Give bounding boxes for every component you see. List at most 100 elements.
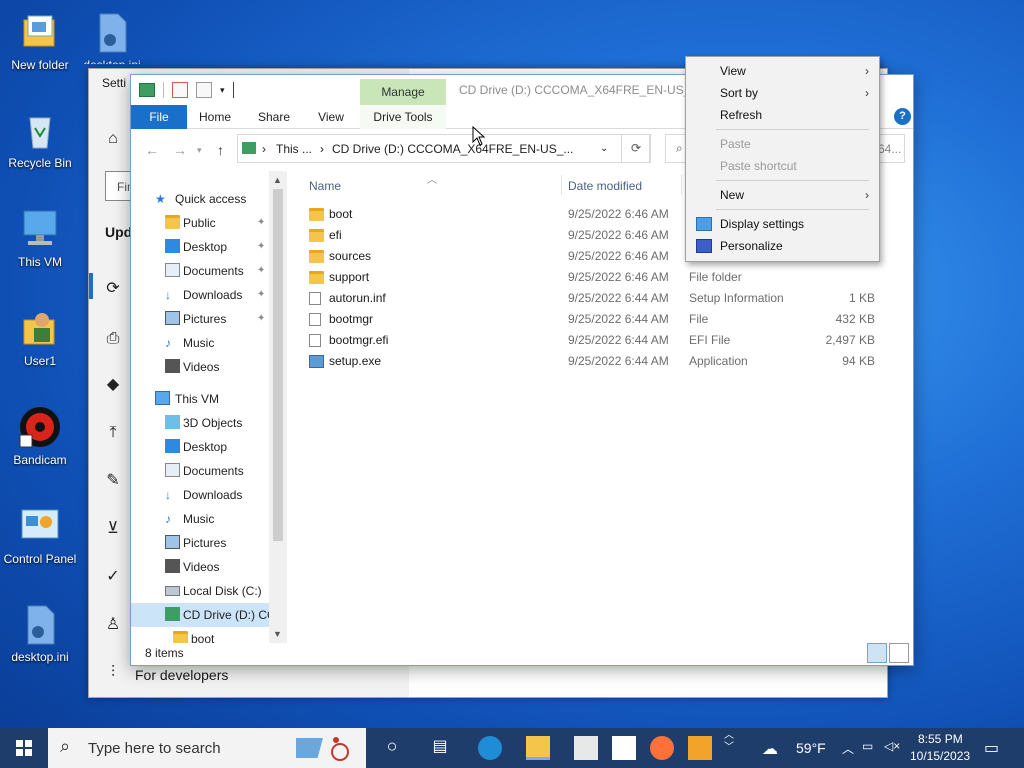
- nav-qa-documents[interactable]: Documents ✦: [131, 259, 271, 283]
- start-button[interactable]: [0, 728, 48, 768]
- widgets-icon[interactable]: ▤: [428, 736, 452, 760]
- breadcrumb-this-vm[interactable]: This ...: [276, 142, 312, 156]
- nav-pictures[interactable]: Pictures: [131, 531, 271, 555]
- breadcrumb-cd-drive[interactable]: CD Drive (D:) CCCOMA_X64FRE_EN-US_...: [332, 142, 573, 156]
- tab-home[interactable]: Home: [193, 105, 237, 129]
- address-dropdown-chevron-icon[interactable]: ⌄: [600, 143, 608, 154]
- sync-icon[interactable]: ⟳: [103, 279, 123, 299]
- desktop-icon-desktop-ini-top[interactable]: desktop.ini: [72, 10, 152, 64]
- upload-icon[interactable]: ⤒: [103, 423, 123, 443]
- nav-qa-videos[interactable]: Videos: [131, 355, 271, 379]
- large-icons-view-button[interactable]: [889, 643, 909, 663]
- nav-qa-downloads[interactable]: ↓ Downloads ✦: [131, 283, 271, 307]
- desktop-icon-control-panel[interactable]: Control Panel: [0, 504, 80, 566]
- details-view-button[interactable]: [867, 643, 887, 663]
- nav-qa-desktop[interactable]: Desktop ✦: [131, 235, 271, 259]
- firefox-icon[interactable]: [650, 736, 674, 760]
- file-name: bootmgr.efi: [329, 333, 389, 347]
- volume-muted-icon[interactable]: ◁×: [884, 739, 900, 753]
- nav-downloads[interactable]: ↓ Downloads: [131, 483, 271, 507]
- activation-icon[interactable]: ✓: [103, 567, 123, 587]
- clock-time[interactable]: 8:55 PM: [918, 732, 963, 746]
- menu-item-view[interactable]: View ›: [686, 60, 879, 82]
- menu-item-display-settings[interactable]: Display settings: [686, 213, 879, 235]
- manage-contextual-tab[interactable]: Manage: [360, 79, 446, 105]
- file-row-autorun[interactable]: autorun.inf 9/25/2022 6:44 AM Setup Info…: [301, 288, 881, 309]
- file-row-bootmgr[interactable]: bootmgr 9/25/2022 6:44 AM File 432 KB: [301, 309, 881, 330]
- column-divider[interactable]: [681, 175, 682, 195]
- shield-icon[interactable]: ◆: [103, 375, 123, 395]
- taskbar-search-box[interactable]: ⌕ Type here to search: [48, 728, 366, 768]
- scroll-up-icon[interactable]: ▲: [273, 175, 282, 185]
- home-icon[interactable]: ⌂: [103, 129, 123, 149]
- nav-local-disk-c[interactable]: Local Disk (C:): [131, 579, 271, 603]
- new-folder-icon[interactable]: [196, 82, 212, 98]
- for-developers-link[interactable]: For developers: [135, 667, 228, 683]
- menu-item-refresh[interactable]: Refresh: [686, 104, 879, 126]
- column-header-date[interactable]: Date modified: [568, 179, 642, 193]
- menu-item-sort-by[interactable]: Sort by ›: [686, 82, 879, 104]
- nav-label: Music: [183, 336, 215, 350]
- nav-qa-public[interactable]: Public ✦: [131, 211, 271, 235]
- menu-item-personalize[interactable]: Personalize: [686, 235, 879, 257]
- column-divider[interactable]: [561, 175, 562, 195]
- help-icon[interactable]: ?: [894, 108, 911, 125]
- recovery-icon[interactable]: ⊻: [103, 519, 123, 539]
- tab-drive-tools[interactable]: Drive Tools: [360, 105, 446, 129]
- edge-icon[interactable]: [478, 736, 502, 760]
- desktop-icon-desktop-ini-bottom[interactable]: desktop.ini: [0, 602, 80, 664]
- nav-scrollbar[interactable]: ▲ ▼: [269, 171, 287, 643]
- menu-item-new[interactable]: New ›: [686, 184, 879, 206]
- file-explorer-taskbar-icon[interactable]: [526, 736, 550, 760]
- nav-cd-drive-d[interactable]: CD Drive (D:) CC: [131, 603, 276, 627]
- tab-file[interactable]: File: [131, 105, 187, 129]
- overflow-chevron-icon[interactable]: ︿ ﹀: [724, 730, 734, 754]
- nav-this-vm[interactable]: This VM: [131, 387, 271, 411]
- back-arrow-icon[interactable]: ←: [145, 142, 159, 158]
- show-hidden-icons-chevron-icon[interactable]: ︿: [842, 740, 854, 757]
- mail-icon[interactable]: [612, 736, 636, 760]
- nav-desktop[interactable]: Desktop: [131, 435, 271, 459]
- task-view-icon[interactable]: ○: [380, 736, 404, 760]
- desktop-icon-bandicam[interactable]: Bandicam: [0, 405, 80, 467]
- nav-music[interactable]: ♪ Music: [131, 507, 271, 531]
- weather-cloud-icon[interactable]: ☁: [762, 739, 778, 759]
- developer-icon[interactable]: ⫶: [103, 663, 123, 683]
- scroll-down-icon[interactable]: ▼: [273, 629, 282, 639]
- desktop-icon-this-vm[interactable]: This VM: [0, 207, 80, 269]
- desktop-icon-recycle-bin[interactable]: Recycle Bin: [0, 108, 80, 170]
- media-player-icon[interactable]: [688, 736, 712, 760]
- recent-chevron-icon[interactable]: ▾: [197, 145, 202, 156]
- delivery-icon[interactable]: ⎙: [103, 329, 123, 349]
- up-arrow-icon[interactable]: ↑: [217, 142, 224, 158]
- nav-qa-music[interactable]: ♪ Music: [131, 331, 271, 355]
- clock-date[interactable]: 10/15/2023: [910, 749, 970, 763]
- network-icon[interactable]: ▭: [862, 739, 873, 753]
- weather-temperature[interactable]: 59°F: [796, 740, 826, 756]
- address-bar[interactable]: › This ... › CD Drive (D:) CCCOMA_X64FRE…: [237, 134, 650, 163]
- nav-qa-pictures[interactable]: Pictures ✦: [131, 307, 271, 331]
- file-row-bootmgr-efi[interactable]: bootmgr.efi 9/25/2022 6:44 AM EFI File 2…: [301, 330, 881, 351]
- properties-icon[interactable]: [172, 82, 188, 98]
- file-row-support[interactable]: support 9/25/2022 6:46 AM File folder: [301, 267, 881, 288]
- column-header-name[interactable]: Name: [309, 179, 341, 193]
- find-device-icon[interactable]: ♙: [103, 615, 123, 635]
- refresh-button[interactable]: ⟳: [621, 134, 651, 163]
- drive-icon[interactable]: [139, 83, 155, 97]
- notification-icon[interactable]: ▭: [984, 738, 999, 758]
- file-row-setup[interactable]: setup.exe 9/25/2022 6:44 AM Application …: [301, 351, 881, 372]
- chevron-down-icon[interactable]: ▾: [220, 85, 225, 96]
- store-icon[interactable]: [574, 736, 598, 760]
- chevron-right-icon: ›: [865, 188, 869, 202]
- tab-share[interactable]: Share: [251, 105, 297, 129]
- nav-videos[interactable]: Videos: [131, 555, 271, 579]
- tab-view[interactable]: View: [309, 105, 353, 129]
- nav-quick-access[interactable]: ★ Quick access: [131, 187, 271, 211]
- desktop-icon-user1[interactable]: User1: [0, 306, 80, 368]
- desktop-icon-new-folder[interactable]: New folder: [0, 10, 80, 72]
- nav-3d-objects[interactable]: 3D Objects: [131, 411, 271, 435]
- wrench-icon[interactable]: ✎: [103, 471, 123, 491]
- scrollbar-thumb[interactable]: [273, 189, 283, 541]
- nav-documents[interactable]: Documents: [131, 459, 271, 483]
- forward-arrow-icon[interactable]: →: [173, 142, 187, 158]
